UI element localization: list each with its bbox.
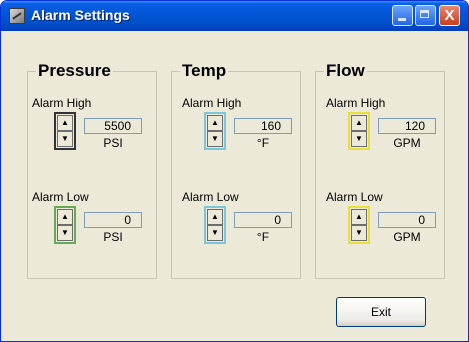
temp-low-down-arrow-icon[interactable]: ▼ (207, 225, 223, 241)
temp-alarm-high-label: Alarm High (182, 96, 242, 110)
pressure-high-up-arrow-icon[interactable]: ▲ (57, 115, 73, 131)
flow-alarm-low-label: Alarm Low (326, 190, 383, 204)
temp-high-up-arrow-icon[interactable]: ▲ (207, 115, 223, 131)
temp-low-unit: °F (256, 230, 270, 244)
pressure-high-down-arrow-icon[interactable]: ▼ (57, 131, 73, 147)
flow-low-up-arrow-icon[interactable]: ▲ (351, 209, 367, 225)
client-area: Pressure Alarm High ▲ ▼ 5500 PSI Alarm L… (5, 31, 464, 339)
flow-high-unit: GPM (393, 136, 421, 150)
flow-high-down-arrow-icon[interactable]: ▼ (351, 131, 367, 147)
pressure-low-unit: PSI (103, 230, 123, 244)
app-gauge-icon (9, 8, 25, 24)
title-bar[interactable]: Alarm Settings X (1, 1, 468, 31)
temp-high-spinner[interactable]: ▲ ▼ (204, 112, 226, 150)
pressure-group-title: Pressure (36, 60, 113, 82)
alarm-settings-window: Alarm Settings X Pressure Alarm High ▲ ▼… (0, 0, 469, 342)
pressure-alarm-low-label: Alarm Low (32, 190, 89, 204)
close-icon: X (444, 7, 455, 24)
temp-alarm-low-label: Alarm Low (182, 190, 239, 204)
window-title: Alarm Settings (31, 7, 130, 23)
flow-high-value[interactable]: 120 (378, 118, 436, 134)
flow-high-up-arrow-icon[interactable]: ▲ (351, 115, 367, 131)
temp-group-title: Temp (180, 60, 229, 82)
flow-low-down-arrow-icon[interactable]: ▼ (351, 225, 367, 241)
temp-high-down-arrow-icon[interactable]: ▼ (207, 131, 223, 147)
temp-low-up-arrow-icon[interactable]: ▲ (207, 209, 223, 225)
temp-high-unit: °F (256, 136, 270, 150)
flow-alarm-high-label: Alarm High (326, 96, 386, 110)
flow-group-title: Flow (324, 60, 367, 82)
temp-low-value[interactable]: 0 (234, 212, 292, 228)
temp-low-spinner[interactable]: ▲ ▼ (204, 206, 226, 244)
flow-high-spinner[interactable]: ▲ ▼ (348, 112, 370, 150)
pressure-high-value[interactable]: 5500 (84, 118, 142, 134)
pressure-low-value[interactable]: 0 (84, 212, 142, 228)
pressure-low-spinner[interactable]: ▲ ▼ (54, 206, 76, 244)
pressure-low-down-arrow-icon[interactable]: ▼ (57, 225, 73, 241)
flow-low-value[interactable]: 0 (378, 212, 436, 228)
flow-low-spinner[interactable]: ▲ ▼ (348, 206, 370, 244)
pressure-group: Pressure Alarm High ▲ ▼ 5500 PSI Alarm L… (27, 60, 157, 279)
pressure-high-unit: PSI (103, 136, 123, 150)
flow-group: Flow Alarm High ▲ ▼ 120 GPM Alarm Low ▲ … (315, 60, 445, 279)
pressure-high-spinner[interactable]: ▲ ▼ (54, 112, 76, 150)
maximize-button[interactable] (415, 5, 436, 26)
close-button[interactable]: X (439, 5, 460, 26)
pressure-alarm-high-label: Alarm High (32, 96, 92, 110)
temp-group: Temp Alarm High ▲ ▼ 160 °F Alarm Low ▲ ▼… (171, 60, 301, 279)
pressure-low-up-arrow-icon[interactable]: ▲ (57, 209, 73, 225)
exit-button[interactable]: Exit (336, 297, 426, 327)
flow-low-unit: GPM (393, 230, 421, 244)
temp-high-value[interactable]: 160 (234, 118, 292, 134)
minimize-button[interactable] (392, 5, 413, 26)
